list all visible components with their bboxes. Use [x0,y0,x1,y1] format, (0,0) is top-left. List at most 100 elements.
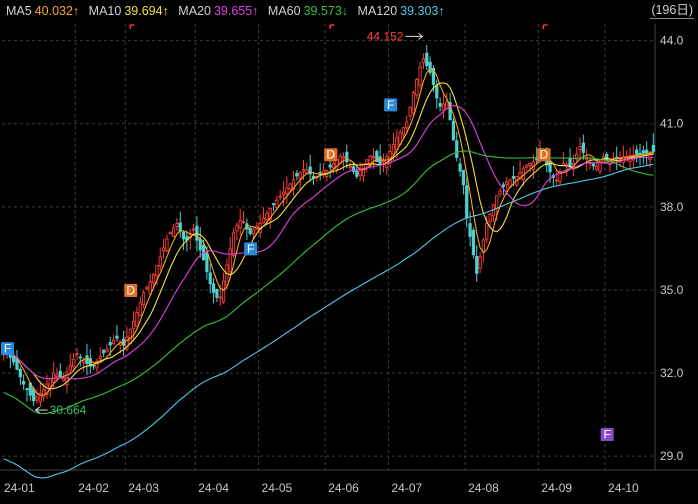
y-tick-label: 41.0 [660,117,684,131]
candle-down [12,355,16,363]
x-tick-label: 24-05 [262,481,293,495]
candle-up [55,374,59,378]
top-tick-mark [129,24,135,29]
candle-down [271,203,276,206]
candle-down [208,272,212,285]
x-tick-label: 24-01 [4,481,35,495]
candle-down [511,176,516,179]
ma60-line [3,150,654,415]
event-markers: F D F D F D F [0,98,614,441]
candle-up [341,156,346,159]
marker-label: F [4,342,11,356]
marker-d[interactable]: D [124,283,138,297]
candle-up [135,312,139,327]
candle-up [75,353,79,356]
x-axis: 24-01 24-02 24-03 24-04 24-05 24-06 24-07 24-08… [4,481,639,495]
candle-up [72,358,76,367]
marker-d[interactable]: D [324,148,338,162]
marker-label: F [387,98,394,112]
top-tick-marks [129,24,548,29]
candle-down [211,283,216,293]
marker-f[interactable]: F [244,242,258,256]
candle-down [215,288,219,298]
candle-up [62,378,66,382]
candle-down [548,160,552,173]
candle-up [221,280,226,303]
candle-up [131,321,136,330]
candle-down [425,52,429,67]
candle-up [391,144,396,155]
candle-up [145,286,149,290]
candle-up [418,66,422,86]
candle-up [421,58,426,63]
candle-up [275,199,279,208]
candle-down [451,120,456,141]
candle-up [288,183,292,190]
candle-up [191,228,196,231]
candle-down [58,370,62,378]
candle-up [128,328,132,344]
candle-up [35,396,39,401]
candle-down [318,171,322,175]
candle-down [108,342,112,346]
candle-up [358,169,362,176]
candle-up [478,256,482,269]
candle-down [92,364,96,367]
candle-down [178,222,182,232]
x-tick-label: 24-10 [608,481,639,495]
candle-up [281,191,286,195]
candle-up [82,360,86,363]
candle-down [591,163,595,167]
marker-f[interactable]: F [384,98,398,112]
top-tick-mark [329,24,335,29]
ma120-line [3,163,654,479]
marker-label: D [326,148,335,162]
marker-f[interactable]: F [600,427,614,441]
candle-up [405,121,409,129]
candle-up [171,227,176,238]
candle-up [401,127,406,136]
candle-up [488,213,492,223]
y-tick-label: 38.0 [660,200,684,214]
candle-up [175,223,179,227]
candle-down [295,172,299,177]
ma20-line [3,105,654,380]
x-tick-label: 24-08 [468,481,499,495]
candle-up [165,238,169,252]
x-tick-label: 24-07 [391,481,422,495]
candle-up [321,170,326,174]
candle-up [155,265,159,277]
candle-down [248,227,252,235]
candle-up [285,187,289,195]
candle-down [465,185,469,219]
x-tick-label: 24-02 [78,481,109,495]
candle-down [428,61,432,73]
marker-f[interactable]: F [0,342,14,356]
candle-up [141,292,146,306]
marker-label: F [247,242,254,256]
y-tick-label: 29.0 [660,449,684,463]
candle-up [528,162,532,167]
x-tick-label: 24-09 [541,481,572,495]
candle-up [348,166,352,169]
candle-up [251,229,256,235]
candlestick-chart[interactable]: 44.0 41.0 38.0 35.0 32.0 29.0 24-01 24-02 24-03… [0,0,698,504]
candle-up [161,247,166,252]
candle-down [435,84,439,99]
candle-down [651,144,655,152]
ma10-line [3,82,654,390]
candle-down [101,349,106,354]
candle-up [411,92,416,114]
candle-up [68,365,72,371]
candle-up [495,195,499,210]
candle-up [305,169,309,174]
candle-up [505,181,509,186]
candle-down [471,229,476,256]
annotations: 44.152 30.664 [34,29,424,417]
candle-up [441,103,446,111]
candle-up [408,106,412,117]
candle-up [231,232,236,256]
marker-d[interactable]: D [537,148,551,162]
candle-down [645,149,649,154]
x-tick-label: 24-04 [198,481,229,495]
